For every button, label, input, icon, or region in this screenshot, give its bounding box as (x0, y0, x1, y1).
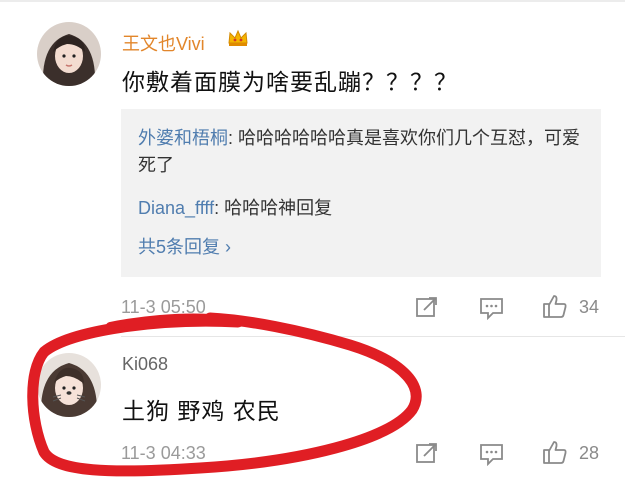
reply-item[interactable]: Diana_ffff: 哈哈哈神回复 (138, 195, 593, 222)
vip-crown-icon (227, 29, 249, 47)
reply-separator: : (228, 128, 239, 148)
avatar[interactable] (37, 22, 101, 86)
share-icon[interactable] (415, 441, 439, 470)
avatar[interactable] (37, 353, 101, 417)
comment-item: 王文也Vivi 你敷着面膜为啥要乱蹦？？？？ 外婆和梧桐: 哈哈哈哈哈哈真是喜欢… (0, 0, 625, 330)
username[interactable]: Ki068 (122, 354, 168, 375)
share-icon[interactable] (415, 295, 439, 324)
comment-time: 11-3 05:50 (121, 297, 206, 317)
reply-separator: : (214, 198, 225, 218)
comment-text: 你敷着面膜为啥要乱蹦？？？？ (122, 69, 458, 95)
like-count: 34 (579, 297, 600, 317)
reply-box[interactable]: 外婆和梧桐: 哈哈哈哈哈哈真是喜欢你们几个互怼，可爱死了 Diana_ffff:… (121, 109, 601, 277)
comment-time: 11-3 04:33 (121, 443, 206, 463)
username[interactable]: 王文也Vivi (122, 30, 205, 56)
reply-author[interactable]: Diana_ffff (138, 198, 214, 218)
thumbs-up-icon[interactable] (542, 293, 568, 324)
view-replies-link[interactable]: 共5条回复 › (138, 233, 231, 259)
comment-icon[interactable] (479, 296, 505, 325)
comment-item: Ki068 土狗 野鸡 农民 11-3 04:33 28 (0, 337, 625, 477)
reply-text: 哈哈哈神回复 (224, 198, 333, 218)
reply-item[interactable]: 外婆和梧桐: 哈哈哈哈哈哈真是喜欢你们几个互怼，可爱死了 (138, 125, 593, 179)
like-count: 28 (579, 443, 600, 463)
reply-author[interactable]: 外婆和梧桐 (138, 128, 228, 148)
thumbs-up-icon[interactable] (542, 439, 568, 470)
comment-text: 土狗 野鸡 农民 (122, 398, 281, 424)
comment-icon[interactable] (479, 442, 505, 471)
